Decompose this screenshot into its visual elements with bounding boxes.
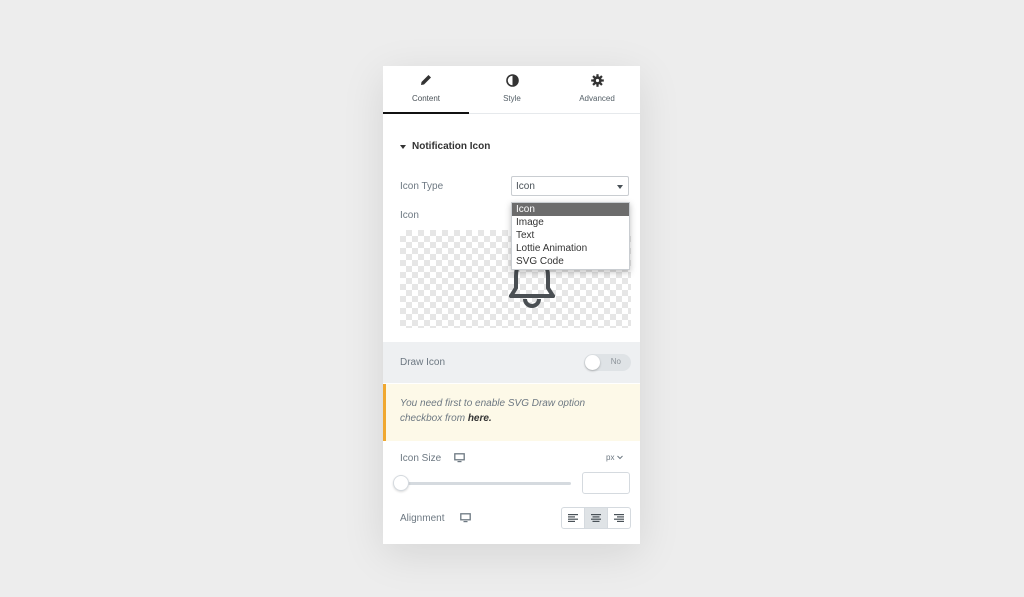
icon-size-label: Icon Size: [400, 453, 442, 464]
alignment-control: [561, 507, 631, 529]
icon-type-select[interactable]: Icon: [511, 176, 629, 196]
caret-down-icon: [400, 144, 406, 149]
editor-panel: Content Style Advanced Notification Icon…: [383, 66, 640, 544]
icon-label: Icon: [400, 210, 419, 221]
tab-style[interactable]: Style: [469, 66, 555, 113]
icon-size-slider-track[interactable]: [400, 482, 571, 485]
icon-type-dropdown: Icon Image Text Lottie Animation SVG Cod…: [511, 202, 630, 270]
section-title: Notification Icon: [412, 141, 491, 152]
panel-tabs: Content Style Advanced: [383, 66, 640, 114]
align-center-button[interactable]: [584, 508, 607, 528]
svg-draw-notice: You need first to enable SVG Draw option…: [383, 384, 640, 441]
draw-icon-row: Draw Icon No: [383, 342, 640, 383]
align-right-button[interactable]: [607, 508, 630, 528]
draw-icon-label: Draw Icon: [400, 357, 446, 368]
desktop-icon[interactable]: [460, 513, 471, 523]
tab-label: Style: [503, 94, 521, 103]
notice-link[interactable]: here.: [468, 413, 492, 424]
select-value: Icon: [516, 180, 535, 192]
align-left-icon: [568, 514, 578, 522]
chevron-down-icon: [616, 455, 623, 460]
icon-size-input[interactable]: [582, 472, 630, 494]
toggle-value: No: [610, 357, 621, 366]
draw-icon-toggle[interactable]: No: [584, 354, 631, 371]
align-left-button[interactable]: [562, 508, 584, 528]
dropdown-option[interactable]: Lottie Animation: [512, 242, 629, 255]
chevron-down-icon: [617, 185, 623, 189]
toggle-knob: [585, 355, 600, 370]
contrast-icon: [469, 74, 555, 88]
dropdown-option[interactable]: Image: [512, 216, 629, 229]
unit-selector[interactable]: px: [606, 453, 623, 462]
tab-advanced[interactable]: Advanced: [554, 66, 640, 113]
dropdown-option[interactable]: Icon: [512, 203, 629, 216]
tab-label: Content: [411, 94, 441, 103]
icon-type-label: Icon Type: [400, 181, 444, 192]
alignment-label: Alignment: [400, 513, 445, 524]
unit-value: px: [606, 453, 615, 462]
dropdown-option[interactable]: Text: [512, 229, 629, 242]
icon-size-slider-handle[interactable]: [393, 475, 409, 491]
align-center-icon: [591, 514, 601, 522]
notice-text: You need first to enable SVG Draw option…: [400, 398, 586, 424]
section-toggle[interactable]: Notification Icon: [400, 141, 490, 152]
tab-content[interactable]: Content: [383, 66, 469, 114]
dropdown-option[interactable]: SVG Code: [512, 255, 629, 268]
pencil-icon: [383, 74, 469, 88]
gear-icon: [554, 74, 640, 88]
desktop-icon[interactable]: [454, 453, 465, 463]
align-right-icon: [614, 514, 624, 522]
tab-label: Advanced: [579, 94, 615, 103]
